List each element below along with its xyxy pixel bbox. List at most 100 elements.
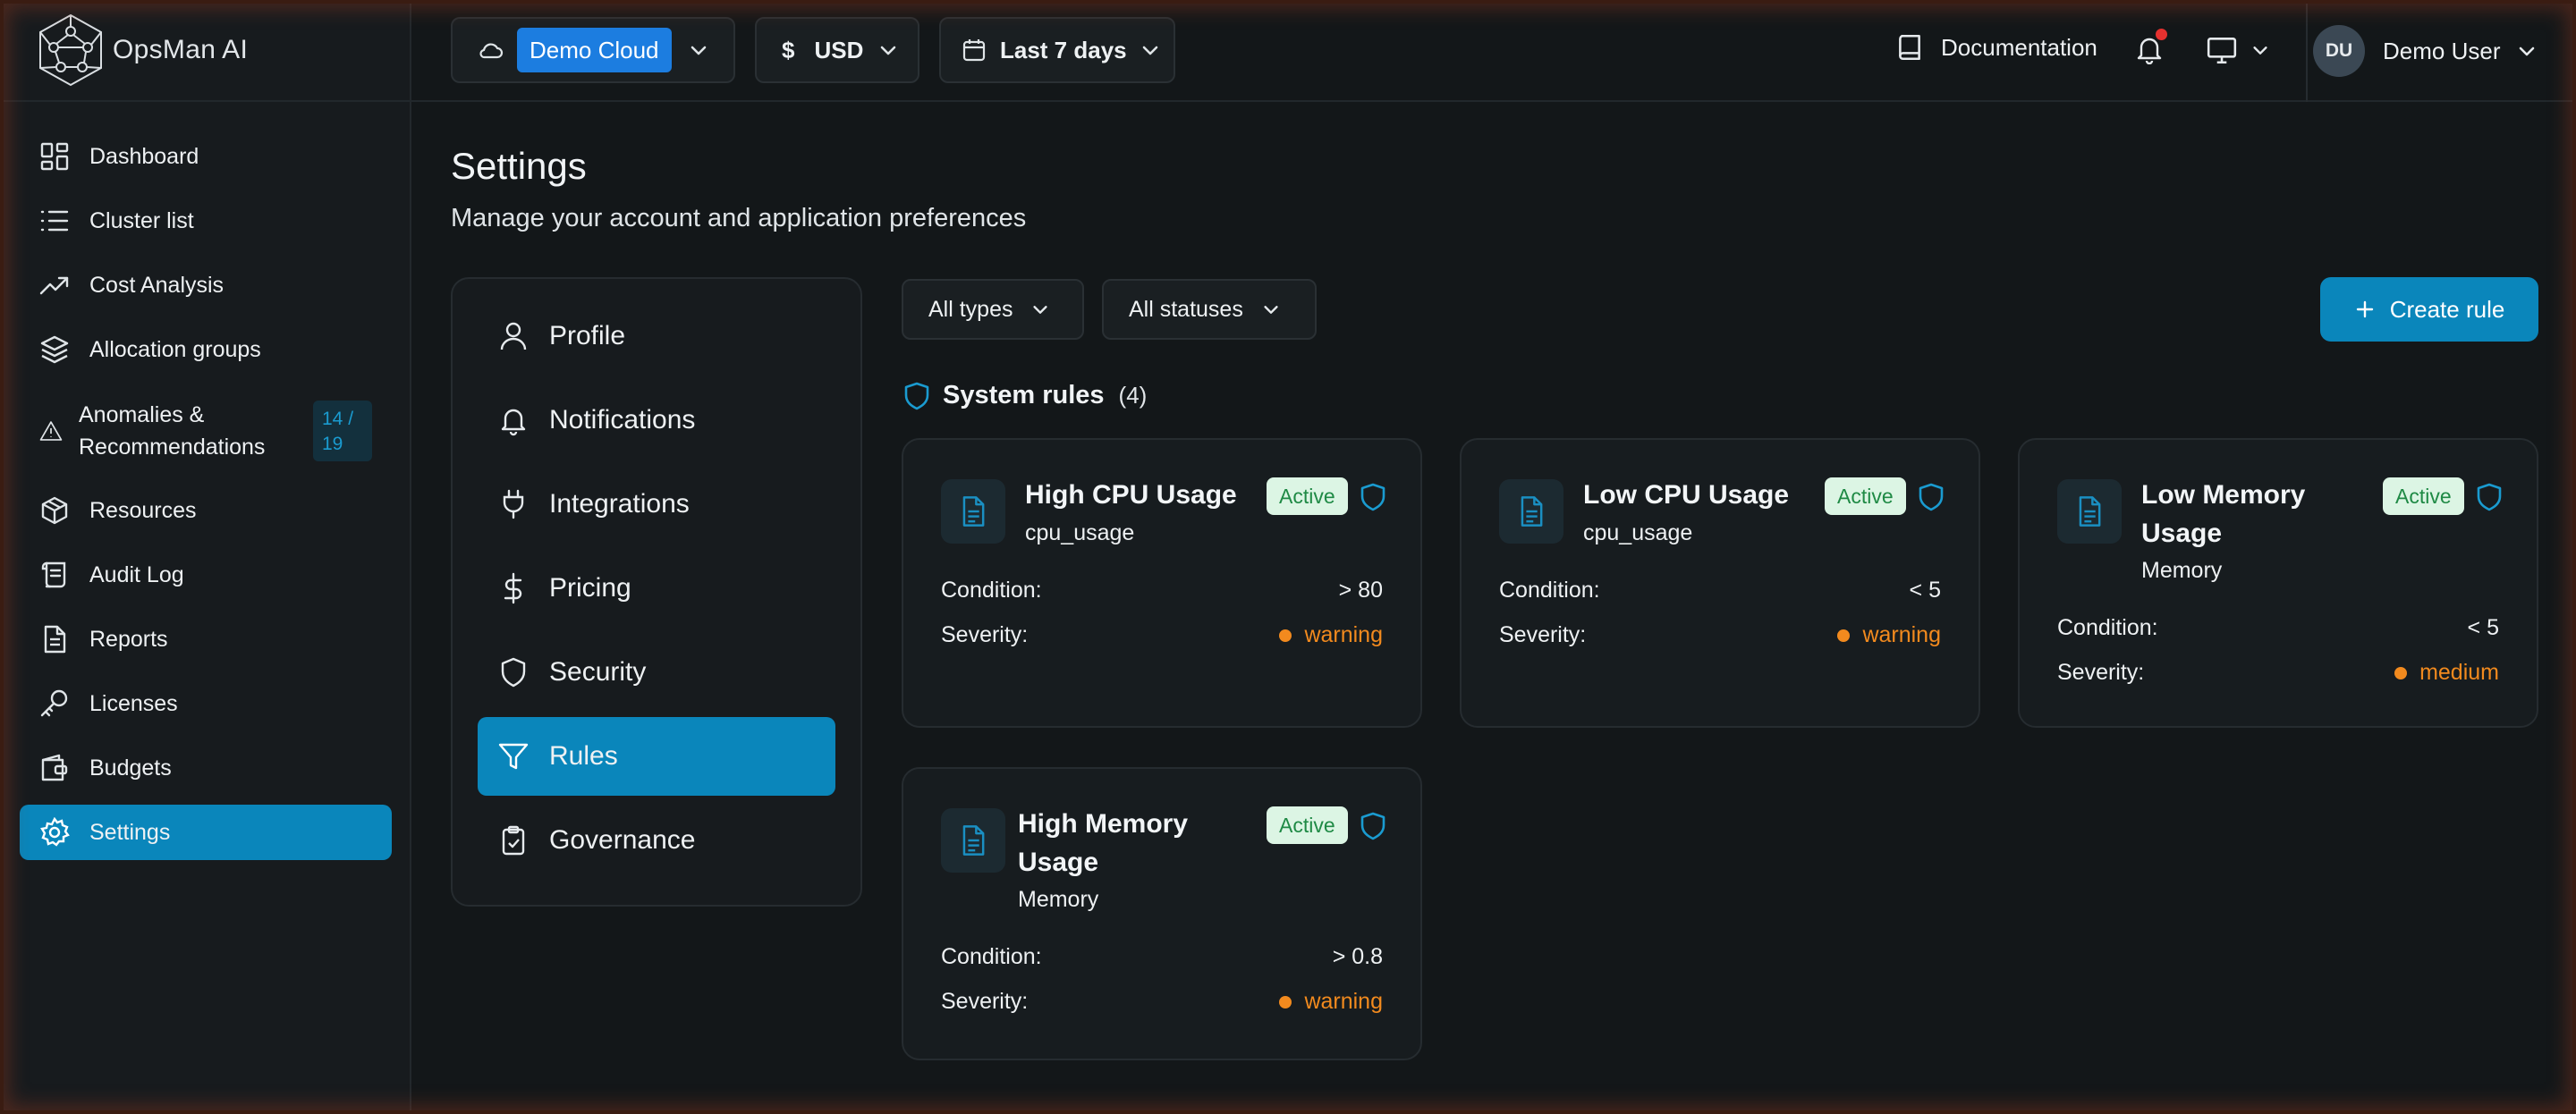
- currency-selector[interactable]: $ USD: [755, 17, 919, 83]
- severity-text: medium: [2419, 660, 2499, 685]
- sidebar-item-budgets[interactable]: Budgets: [20, 740, 392, 796]
- settings-tab-profile[interactable]: Profile: [478, 297, 835, 376]
- settings-tab-pricing[interactable]: Pricing: [478, 549, 835, 628]
- display-menu-button[interactable]: [2206, 34, 2270, 66]
- sidebar-item-label: Allocation groups: [89, 337, 261, 362]
- system-rules-count: (4): [1118, 382, 1148, 409]
- settings-tab-rules[interactable]: Rules: [478, 717, 835, 796]
- severity-label: Severity:: [941, 989, 1029, 1014]
- sidebar-item-audit-log[interactable]: Audit Log: [20, 547, 392, 603]
- dollar-icon: [504, 572, 522, 604]
- user-menu[interactable]: DU Demo User: [2313, 25, 2538, 77]
- severity-dot: [1279, 995, 1292, 1009]
- rule-card[interactable]: High Memory Usage Memory Active Conditio…: [902, 767, 1422, 1060]
- currency-label: USD: [814, 36, 864, 63]
- book-icon: [1899, 34, 1920, 61]
- severity-row: Severity: warning: [941, 989, 1383, 1015]
- severity-label: Severity:: [1499, 622, 1587, 647]
- sidebar-item-label: Audit Log: [89, 562, 184, 587]
- cloud-icon: [479, 43, 504, 59]
- condition-row: Condition: < 5: [2057, 615, 2499, 641]
- scroll-icon: [41, 561, 66, 588]
- sidebar-item-label: Anomalies & Recommendations: [79, 402, 266, 460]
- settings-tab-label: Governance: [549, 825, 696, 855]
- anomalies-count-badge: 14 / 19: [313, 401, 372, 461]
- key-icon: [40, 689, 68, 717]
- severity-dot: [1837, 629, 1851, 642]
- severity-value: warning: [1279, 622, 1383, 648]
- condition-row: Condition: > 0.8: [941, 944, 1383, 970]
- condition-row: Condition: > 80: [941, 578, 1383, 603]
- settings-tab-label: Rules: [549, 741, 618, 771]
- severity-value: warning: [1279, 989, 1383, 1015]
- cloud-selector[interactable]: Demo Cloud: [451, 17, 735, 83]
- plug-icon: [503, 489, 524, 519]
- sidebar: OpsMan AI Dashboard Cluster list Cost An…: [0, 0, 411, 1114]
- sidebar-item-settings[interactable]: Settings: [20, 805, 392, 860]
- settings-tab-label: Security: [549, 657, 647, 687]
- status-badge: Active: [1267, 477, 1348, 515]
- status-badge: Active: [2383, 477, 2464, 515]
- brand[interactable]: OpsMan AI: [0, 0, 410, 102]
- sidebar-item-cluster-list[interactable]: Cluster list: [20, 193, 392, 249]
- rule-card[interactable]: High CPU Usage cpu_usage Active Conditio…: [902, 438, 1422, 728]
- severity-dot: [1279, 629, 1292, 642]
- rule-metric: Memory: [1018, 887, 1099, 912]
- rule-title: Low CPU Usage: [1583, 480, 1790, 510]
- sidebar-item-cost-analysis[interactable]: Cost Analysis: [20, 257, 392, 313]
- sidebar-item-licenses[interactable]: Licenses: [20, 676, 392, 731]
- sidebar-item-label: Settings: [89, 820, 171, 845]
- document-icon: [941, 479, 1005, 544]
- page-title: Settings: [451, 145, 587, 187]
- create-rule-button[interactable]: Create rule: [2320, 277, 2538, 342]
- settings-tab-integrations[interactable]: Integrations: [478, 465, 835, 544]
- chevron-down-icon: [2520, 46, 2535, 56]
- filter-icon: [498, 743, 529, 770]
- shield-icon: [2477, 483, 2502, 511]
- bell-icon: [501, 409, 526, 436]
- sidebar-item-label: Dashboard: [89, 144, 199, 169]
- notifications-button[interactable]: [2134, 29, 2167, 66]
- severity-row: Severity: medium: [2057, 660, 2499, 686]
- condition-label: Condition:: [2057, 615, 2158, 640]
- sidebar-item-dashboard[interactable]: Dashboard: [20, 129, 392, 184]
- rule-metric: cpu_usage: [1025, 520, 1135, 545]
- chevron-down-icon: [1264, 306, 1278, 314]
- sidebar-item-reports[interactable]: Reports: [20, 612, 392, 667]
- documentation-link[interactable]: Documentation: [1894, 32, 2097, 63]
- severity-text: warning: [1862, 622, 1941, 647]
- severity-dot: [2394, 666, 2408, 679]
- plus-icon: [2356, 300, 2373, 318]
- documentation-label: Documentation: [1941, 33, 2097, 61]
- sidebar-item-label: Reports: [89, 627, 168, 652]
- condition-value: < 5: [2467, 615, 2499, 640]
- sidebar-item-anomalies[interactable]: Anomalies & Recommendations 14 / 19: [20, 397, 392, 465]
- severity-label: Severity:: [2057, 660, 2145, 685]
- sidebar-item-allocation-groups[interactable]: Allocation groups: [20, 322, 392, 377]
- settings-tab-notifications[interactable]: Notifications: [478, 381, 835, 460]
- avatar: DU: [2313, 25, 2365, 77]
- type-filter[interactable]: All types: [902, 279, 1084, 340]
- rule-metric: Memory: [2141, 558, 2223, 583]
- condition-value: < 5: [1909, 578, 1941, 603]
- shield-icon: [904, 382, 929, 409]
- date-range-selector[interactable]: Last 7 days: [939, 17, 1175, 83]
- document-icon: [1499, 479, 1563, 544]
- sidebar-item-resources[interactable]: Resources: [20, 483, 392, 538]
- severity-text: warning: [1304, 989, 1383, 1014]
- status-badge: Active: [1825, 477, 1906, 515]
- condition-row: Condition: < 5: [1499, 578, 1941, 603]
- severity-row: Severity: warning: [1499, 622, 1941, 648]
- settings-tab-governance[interactable]: Governance: [478, 801, 835, 880]
- condition-label: Condition:: [1499, 578, 1600, 603]
- rule-title: High Memory Usage: [1018, 809, 1189, 877]
- status-filter-label: All statuses: [1129, 296, 1243, 322]
- chevron-down-icon: [691, 46, 706, 55]
- shield-icon: [1360, 812, 1385, 840]
- settings-tab-security[interactable]: Security: [478, 633, 835, 712]
- rule-card[interactable]: Low CPU Usage cpu_usage Active Condition…: [1460, 438, 1980, 728]
- chevron-down-icon: [1142, 46, 1157, 55]
- status-filter[interactable]: All statuses: [1102, 279, 1317, 340]
- user-icon: [500, 322, 527, 350]
- rule-card[interactable]: Low Memory Usage Memory Active Condition…: [2018, 438, 2538, 728]
